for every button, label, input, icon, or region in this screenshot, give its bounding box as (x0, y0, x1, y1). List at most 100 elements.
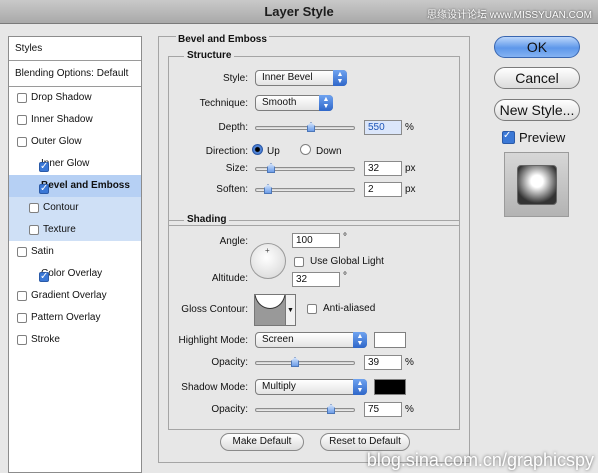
highlight-mode-select[interactable]: Screen ▲ ▼ (255, 332, 367, 348)
highlight-color-swatch[interactable] (374, 332, 406, 348)
size-unit: px (405, 163, 416, 174)
style-item-inner-shadow[interactable]: Inner Shadow (9, 109, 141, 131)
style-item-texture[interactable]: Texture (9, 219, 141, 241)
inner-glow-checkbox[interactable] (39, 160, 49, 174)
size-slider[interactable] (255, 163, 355, 173)
style-item-label: Gradient Overlay (31, 290, 107, 301)
new-style-button[interactable]: New Style... (494, 99, 580, 121)
direction-up-radio[interactable] (252, 144, 263, 155)
styles-list: Styles Blending Options: Default Drop Sh… (8, 36, 142, 473)
style-item-color-overlay[interactable]: Color Overlay (9, 263, 141, 285)
highlight-mode-label: Highlight Mode: (178, 335, 248, 346)
title-bar: Layer Style 思缘设计论坛 www.MISSYUAN.COM (0, 0, 598, 24)
contour-checkbox[interactable] (29, 203, 39, 213)
cancel-button[interactable]: Cancel (494, 67, 580, 89)
preview-image (517, 165, 557, 205)
style-item-label: Color Overlay (41, 268, 103, 279)
gloss-contour-dropdown[interactable]: ▼ (286, 294, 296, 326)
shadow-mode-select[interactable]: Multiply ▲ ▼ (255, 379, 367, 395)
ok-button[interactable]: OK (494, 36, 580, 58)
style-item-drop-shadow[interactable]: Drop Shadow (9, 87, 141, 109)
angle-label: Angle: (219, 236, 248, 247)
style-item-gradient-overlay[interactable]: Gradient Overlay (9, 285, 141, 307)
soften-field[interactable]: 2 (364, 182, 402, 197)
contour-curve-icon (254, 294, 286, 325)
angle-unit: ° (343, 232, 347, 243)
style-item-label: Stroke (31, 334, 60, 345)
style-item-label: Drop Shadow (31, 92, 92, 103)
style-item-outer-glow[interactable]: Outer Glow (9, 131, 141, 153)
style-item-label: Outer Glow (31, 136, 82, 147)
outer-glow-checkbox[interactable] (17, 137, 27, 147)
section-title: Bevel and Emboss (176, 34, 269, 45)
style-select[interactable]: Inner Bevel ▲ ▼ (255, 70, 347, 86)
direction-down-radio[interactable] (300, 144, 311, 155)
texture-checkbox[interactable] (29, 225, 39, 235)
soften-slider[interactable] (255, 184, 355, 194)
style-item-label: Satin (31, 246, 54, 257)
depth-unit: % (405, 122, 414, 133)
highlight-mode-value: Screen (262, 334, 294, 345)
chevron-updown-icon: ▲ ▼ (333, 70, 347, 86)
blending-options[interactable]: Blending Options: Default (9, 61, 141, 87)
highlight-opacity-field[interactable]: 39 (364, 355, 402, 370)
size-label: Size: (225, 163, 248, 174)
style-item-pattern-overlay[interactable]: Pattern Overlay (9, 307, 141, 329)
depth-field[interactable]: 550 (364, 120, 402, 135)
style-label: Style: (222, 73, 248, 84)
dialog-body: Styles Blending Options: Default Drop Sh… (0, 24, 598, 473)
shadow-opacity-field[interactable]: 75 (364, 402, 402, 417)
style-item-stroke[interactable]: Stroke (9, 329, 141, 351)
global-light-label: Use Global Light (310, 256, 384, 267)
technique-select[interactable]: Smooth ▲ ▼ (255, 95, 333, 111)
style-item-satin[interactable]: Satin (9, 241, 141, 263)
preview-checkbox[interactable] (502, 129, 515, 144)
styles-header[interactable]: Styles (9, 37, 141, 61)
gloss-contour-label: Gloss Contour: (181, 304, 248, 315)
gloss-contour-picker[interactable] (254, 294, 286, 326)
drop-shadow-checkbox[interactable] (17, 93, 27, 103)
stroke-checkbox[interactable] (17, 335, 27, 345)
shading-title: Shading (184, 214, 230, 225)
depth-slider[interactable] (255, 122, 355, 132)
shading-group (168, 220, 460, 430)
make-default-button[interactable]: Make Default (220, 433, 304, 451)
angle-field[interactable]: 100 (292, 233, 340, 248)
style-item-label: Inner Shadow (31, 114, 93, 125)
shadow-opacity-label: Opacity: (211, 404, 248, 415)
shadow-opacity-unit: % (405, 404, 414, 415)
watermark-top: 思缘设计论坛 www.MISSYUAN.COM (426, 10, 592, 21)
style-item-bevel-emboss[interactable]: Bevel and Emboss (9, 175, 141, 197)
direction-up-label: Up (267, 146, 280, 157)
chevron-updown-icon: ▲ ▼ (353, 332, 367, 348)
watermark-bottom: blog.sina.com.cn/graphicspy (366, 450, 594, 470)
reset-default-button[interactable]: Reset to Default (320, 433, 410, 451)
structure-title: Structure (184, 50, 235, 61)
chevron-updown-icon: ▲ ▼ (353, 379, 367, 395)
technique-label: Technique: (199, 98, 248, 109)
shadow-mode-value: Multiply (262, 381, 296, 392)
shadow-opacity-slider[interactable] (255, 404, 355, 414)
style-item-inner-glow[interactable]: Inner Glow (9, 153, 141, 175)
style-item-label: Texture (43, 224, 76, 235)
direction-label: Direction: (205, 146, 248, 157)
gradient-overlay-checkbox[interactable] (17, 291, 27, 301)
pattern-overlay-checkbox[interactable] (17, 313, 27, 323)
highlight-opacity-slider[interactable] (255, 357, 355, 367)
shadow-color-swatch[interactable] (374, 379, 406, 395)
global-light-checkbox[interactable] (294, 257, 304, 267)
style-item-contour[interactable]: Contour (9, 197, 141, 219)
bevel-emboss-checkbox[interactable] (39, 182, 49, 196)
soften-unit: px (405, 184, 416, 195)
altitude-field[interactable]: 32 (292, 272, 340, 287)
anti-aliased-checkbox[interactable] (307, 304, 317, 314)
preview-thumbnail (504, 152, 569, 217)
color-overlay-checkbox[interactable] (39, 270, 49, 284)
size-field[interactable]: 32 (364, 161, 402, 176)
inner-shadow-checkbox[interactable] (17, 115, 27, 125)
angle-indicator-icon: + (265, 246, 270, 255)
style-item-label: Pattern Overlay (31, 312, 101, 323)
angle-dial[interactable]: + (250, 243, 286, 279)
satin-checkbox[interactable] (17, 247, 27, 257)
style-item-label: Contour (43, 202, 79, 213)
